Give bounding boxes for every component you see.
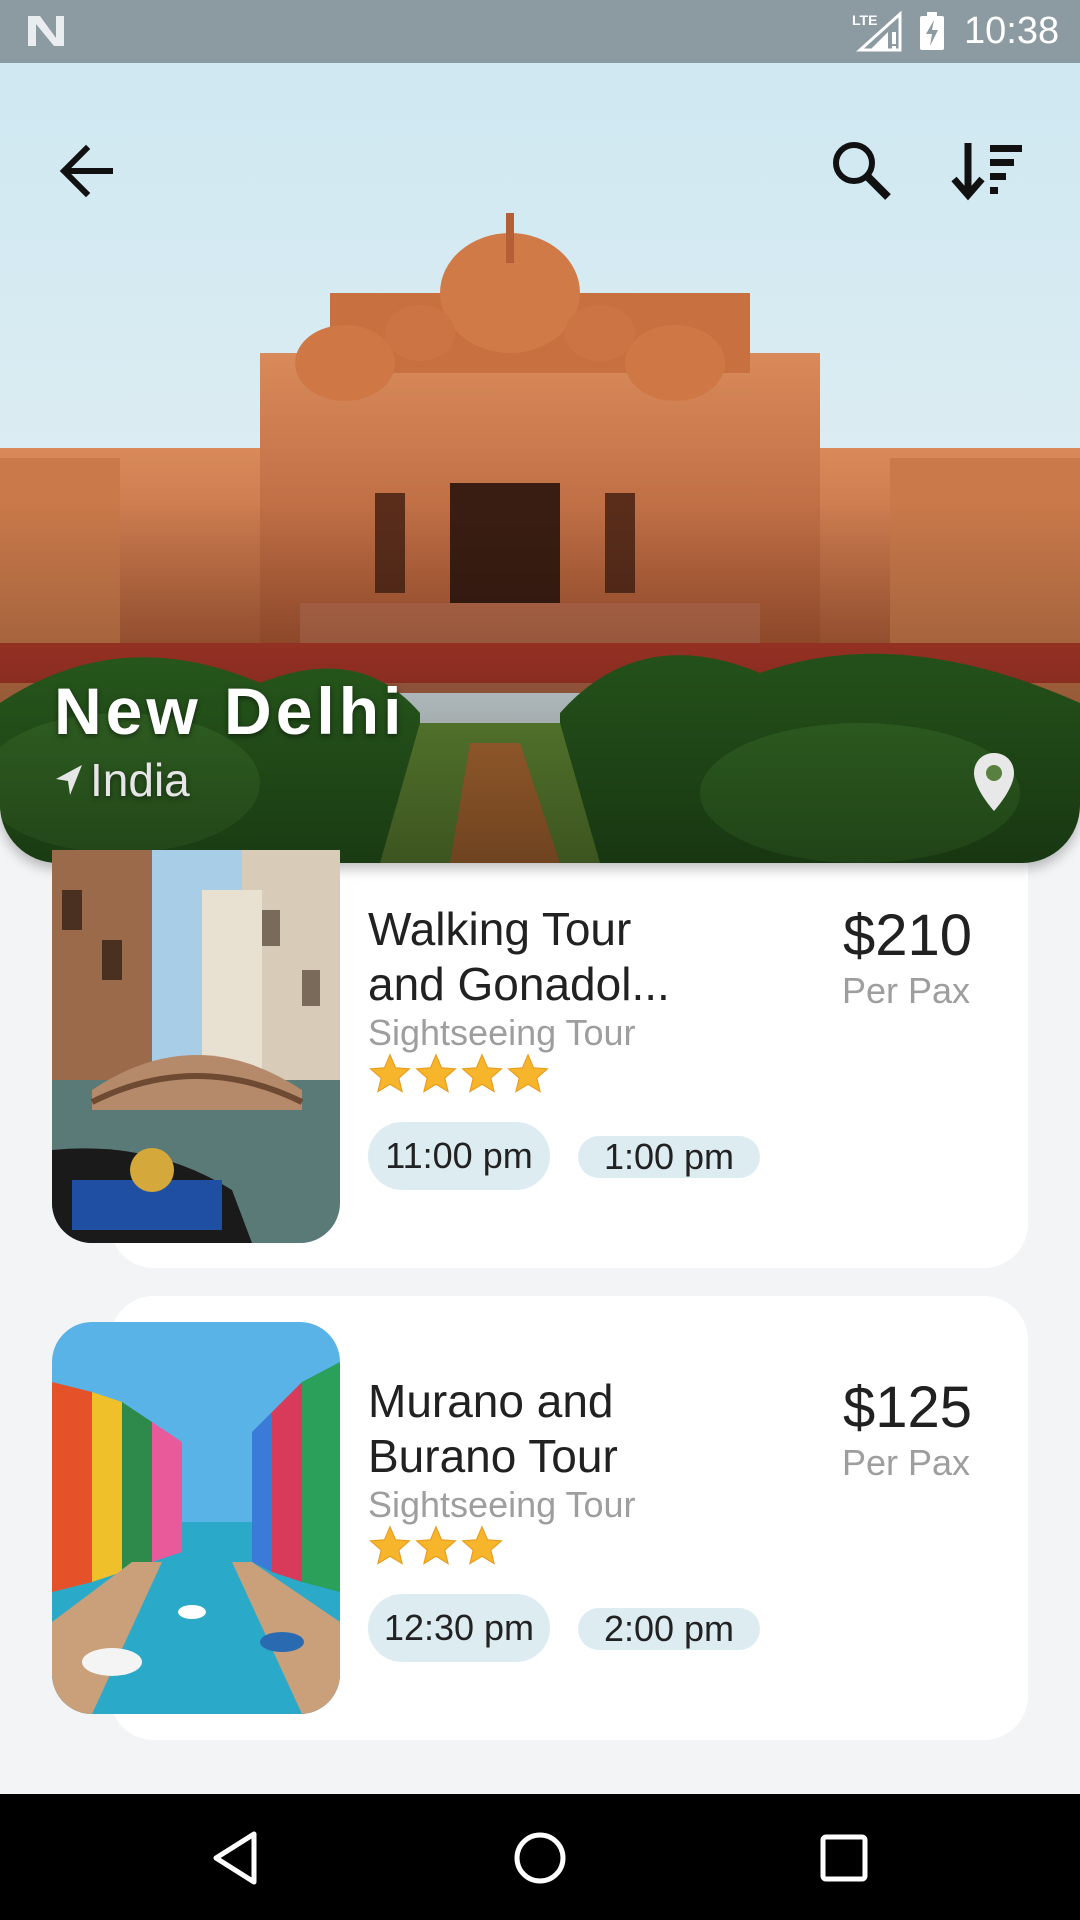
country-row: India: [54, 753, 190, 807]
star-icon: [461, 1053, 503, 1093]
tour-title[interactable]: Walking Tour and Gonadol...: [368, 902, 708, 1012]
nav-home-icon[interactable]: [508, 1826, 572, 1890]
tour-category: Sightseeing Tour: [368, 1012, 636, 1053]
burano-canal-image: [52, 1322, 340, 1714]
country-name: India: [90, 754, 190, 806]
tour-thumbnail-burano[interactable]: [52, 1322, 340, 1714]
time-slot-chip[interactable]: 1:00 pm: [578, 1136, 760, 1178]
clock: 10:38: [964, 10, 1060, 52]
nav-recents-icon[interactable]: [812, 1826, 876, 1890]
star-icon: [369, 1053, 411, 1093]
star-icon: [461, 1525, 503, 1565]
system-nav-bar: [0, 1794, 1080, 1920]
price-unit: Per Pax: [841, 970, 970, 1011]
nav-back-icon[interactable]: [204, 1826, 268, 1890]
price-unit: Per Pax: [841, 1442, 970, 1483]
status-bar: LTE 10:38: [0, 0, 1080, 63]
navigation-arrow-icon: [56, 765, 82, 795]
star-icon: [415, 1053, 457, 1093]
rating-stars: [368, 1052, 550, 1096]
city-name: New Delhi: [54, 674, 406, 748]
tour-price: $210: [842, 903, 972, 968]
signal-icon: [856, 10, 902, 52]
back-arrow-icon[interactable]: [50, 131, 130, 211]
rating-stars: [368, 1524, 504, 1568]
sort-icon[interactable]: [948, 131, 1028, 211]
tour-title[interactable]: Murano and Burano Tour: [368, 1374, 708, 1484]
search-icon[interactable]: [822, 131, 902, 211]
tour-price: $125: [842, 1375, 972, 1440]
battery-charging-icon: [920, 12, 944, 50]
venice-canal-image: [52, 850, 340, 1243]
star-icon: [415, 1525, 457, 1565]
map-pin-icon[interactable]: [970, 751, 1018, 813]
destination-hero: New Delhi India: [0, 63, 1080, 863]
notification-n-icon: [28, 16, 64, 46]
tour-thumbnail-venice[interactable]: [52, 850, 340, 1243]
time-slot-chip[interactable]: 2:00 pm: [578, 1608, 760, 1650]
star-icon: [369, 1525, 411, 1565]
time-slot-chip[interactable]: 11:00 pm: [368, 1122, 550, 1190]
time-slot-chip[interactable]: 12:30 pm: [368, 1594, 550, 1662]
tour-category: Sightseeing Tour: [368, 1484, 636, 1525]
star-icon: [507, 1053, 549, 1093]
